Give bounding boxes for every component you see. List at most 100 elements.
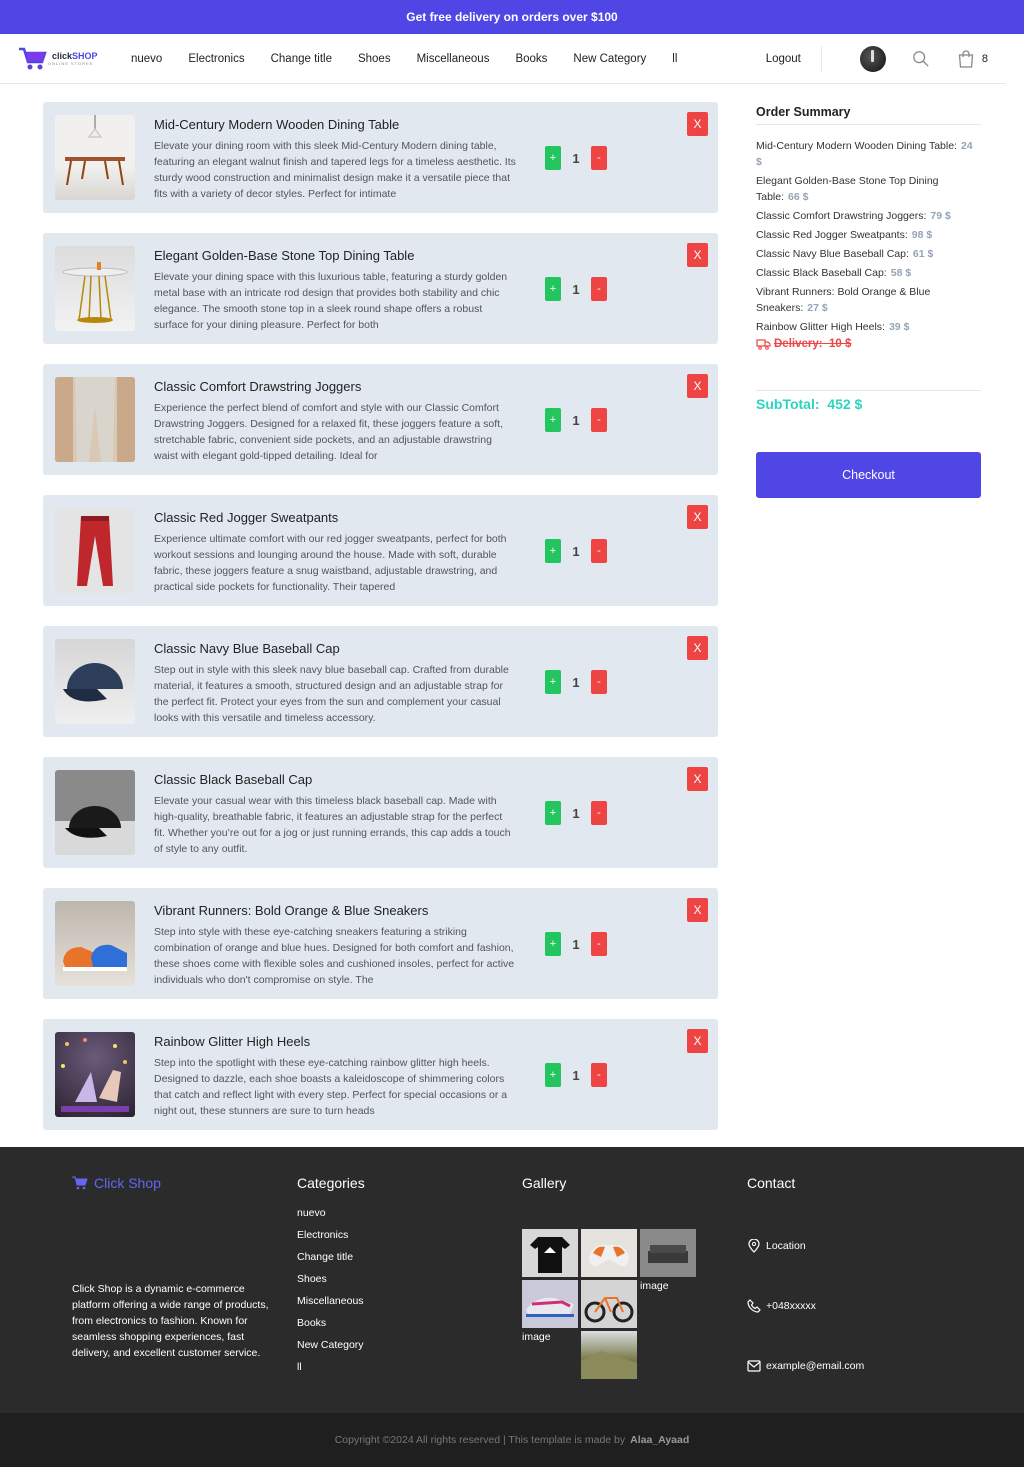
increase-button[interactable]: +: [545, 1063, 561, 1087]
decrease-button[interactable]: -: [591, 932, 607, 956]
logout-link[interactable]: Logout: [766, 45, 822, 72]
increase-button[interactable]: +: [545, 539, 561, 563]
footer-category-link[interactable]: Electronics: [297, 1228, 522, 1243]
categories-title: Categories: [297, 1175, 365, 1191]
product-image: [55, 377, 135, 462]
item-description: Elevate your dining room with this sleek…: [154, 140, 516, 200]
nav-item-shoes[interactable]: Shoes: [345, 53, 404, 65]
footer-category-link[interactable]: Miscellaneous: [297, 1294, 522, 1309]
gallery-image[interactable]: [522, 1229, 578, 1277]
increase-button[interactable]: +: [545, 801, 561, 825]
item-info: Classic Navy Blue Baseball Cap Step out …: [154, 639, 516, 724]
remove-button[interactable]: X: [687, 767, 708, 791]
gallery-image-broken[interactable]: image: [640, 1280, 696, 1328]
cart-logo-icon: [19, 47, 47, 69]
remove-button[interactable]: X: [687, 636, 708, 660]
cart-item: Classic Navy Blue Baseball Cap Step out …: [43, 626, 718, 737]
footer-contact: Contact Location +048xxxxx example@email…: [747, 1175, 972, 1413]
footer-brand[interactable]: Click Shop: [72, 1175, 297, 1191]
logo[interactable]: clickSHOP ONLINE STORES: [18, 46, 118, 72]
remove-button[interactable]: X: [687, 1029, 708, 1053]
footer: Click Shop Click Shop is a dynamic e-com…: [0, 1147, 1024, 1413]
increase-button[interactable]: +: [545, 146, 561, 170]
quantity-value: 1: [572, 674, 580, 690]
nav-item-electronics[interactable]: Electronics: [175, 53, 257, 65]
avatar[interactable]: [859, 45, 886, 72]
quantity-value: 1: [572, 412, 580, 428]
increase-button[interactable]: +: [545, 932, 561, 956]
remove-button[interactable]: X: [687, 112, 708, 136]
logo-text: clickSHOP ONLINE STORES: [48, 50, 98, 66]
nav-item-new-category[interactable]: New Category: [560, 53, 659, 65]
item-title: Elegant Golden-Base Stone Top Dining Tab…: [154, 248, 415, 263]
item-description: Experience ultimate comfort with our red…: [154, 533, 507, 593]
product-image: [55, 770, 135, 855]
product-image: [55, 246, 135, 331]
item-info: Rainbow Glitter High Heels Step into the…: [154, 1032, 516, 1117]
footer-category-link[interactable]: nuevo: [297, 1206, 522, 1221]
summary-title: Order Summary: [756, 105, 981, 125]
nav-item-nuevo[interactable]: nuevo: [118, 53, 175, 65]
item-title: Classic Navy Blue Baseball Cap: [154, 641, 340, 656]
quantity-value: 1: [572, 281, 580, 297]
promo-text: Get free delivery on orders over $100: [406, 10, 618, 24]
nav-item-change-title[interactable]: Change title: [258, 53, 345, 65]
categories-list: nuevo Electronics Change title Shoes Mis…: [297, 1206, 522, 1375]
search-icon[interactable]: [912, 50, 930, 68]
location-pin-icon: [748, 1239, 760, 1253]
quantity-stepper: + 1 -: [545, 670, 607, 694]
quantity-stepper: + 1 -: [545, 1063, 607, 1087]
contact-location[interactable]: Location: [747, 1239, 972, 1253]
gallery-image[interactable]: [581, 1280, 637, 1328]
cart-page: Mid-Century Modern Wooden Dining Table E…: [0, 84, 1024, 1147]
increase-button[interactable]: +: [545, 277, 561, 301]
decrease-button[interactable]: -: [591, 539, 607, 563]
item-description: Elevate your casual wear with this timel…: [154, 795, 511, 855]
gallery-image[interactable]: [581, 1331, 637, 1379]
gallery-image[interactable]: [522, 1280, 578, 1328]
remove-button[interactable]: X: [687, 505, 708, 529]
gallery-image[interactable]: [581, 1229, 637, 1277]
author-link[interactable]: Alaa_Ayaad: [630, 1434, 689, 1446]
summary-row: Mid-Century Modern Wooden Dining Table: 2…: [756, 140, 973, 168]
delivery-label: Delivery:: [774, 338, 823, 350]
footer-category-link[interactable]: Books: [297, 1316, 522, 1331]
gallery-image-broken[interactable]: image: [522, 1331, 578, 1379]
contact-email[interactable]: example@email.com: [747, 1359, 972, 1373]
decrease-button[interactable]: -: [591, 277, 607, 301]
footer-category-link[interactable]: Shoes: [297, 1272, 522, 1287]
decrease-button[interactable]: -: [591, 1063, 607, 1087]
mail-icon: [747, 1360, 761, 1372]
footer-category-link[interactable]: ll: [297, 1360, 522, 1375]
remove-button[interactable]: X: [687, 243, 708, 267]
footer-category-link[interactable]: Change title: [297, 1250, 522, 1265]
nav-item-miscellaneous[interactable]: Miscellaneous: [404, 53, 503, 65]
gallery-title: Gallery: [522, 1175, 567, 1191]
truck-icon: [756, 338, 771, 350]
nav-item-ll[interactable]: ll: [659, 53, 690, 65]
remove-button[interactable]: X: [687, 374, 708, 398]
cart-icon: [72, 1176, 88, 1190]
decrease-button[interactable]: -: [591, 670, 607, 694]
phone-icon: [747, 1299, 761, 1313]
item-description: Step into style with these eye-catching …: [154, 926, 515, 986]
contact-phone[interactable]: +048xxxxx: [747, 1299, 972, 1313]
summary-row: Classic Red Jogger Sweatpants: 98 $: [756, 229, 933, 241]
cart-button[interactable]: 8: [958, 49, 988, 68]
nav-item-books[interactable]: Books: [502, 53, 560, 65]
increase-button[interactable]: +: [545, 408, 561, 432]
checkout-button[interactable]: Checkout: [756, 452, 981, 498]
navbar: clickSHOP ONLINE STORES nuevo Electronics…: [0, 34, 1006, 84]
decrease-button[interactable]: -: [591, 146, 607, 170]
footer-category-link[interactable]: New Category: [297, 1338, 522, 1353]
decrease-button[interactable]: -: [591, 408, 607, 432]
remove-button[interactable]: X: [687, 898, 708, 922]
gallery-image[interactable]: [640, 1229, 696, 1277]
decrease-button[interactable]: -: [591, 801, 607, 825]
gallery-image-alt: image: [522, 1331, 551, 1343]
cart-count: 8: [981, 52, 988, 65]
quantity-stepper: + 1 -: [545, 539, 607, 563]
item-info: Elegant Golden-Base Stone Top Dining Tab…: [154, 246, 516, 331]
increase-button[interactable]: +: [545, 670, 561, 694]
product-image: [55, 639, 135, 724]
